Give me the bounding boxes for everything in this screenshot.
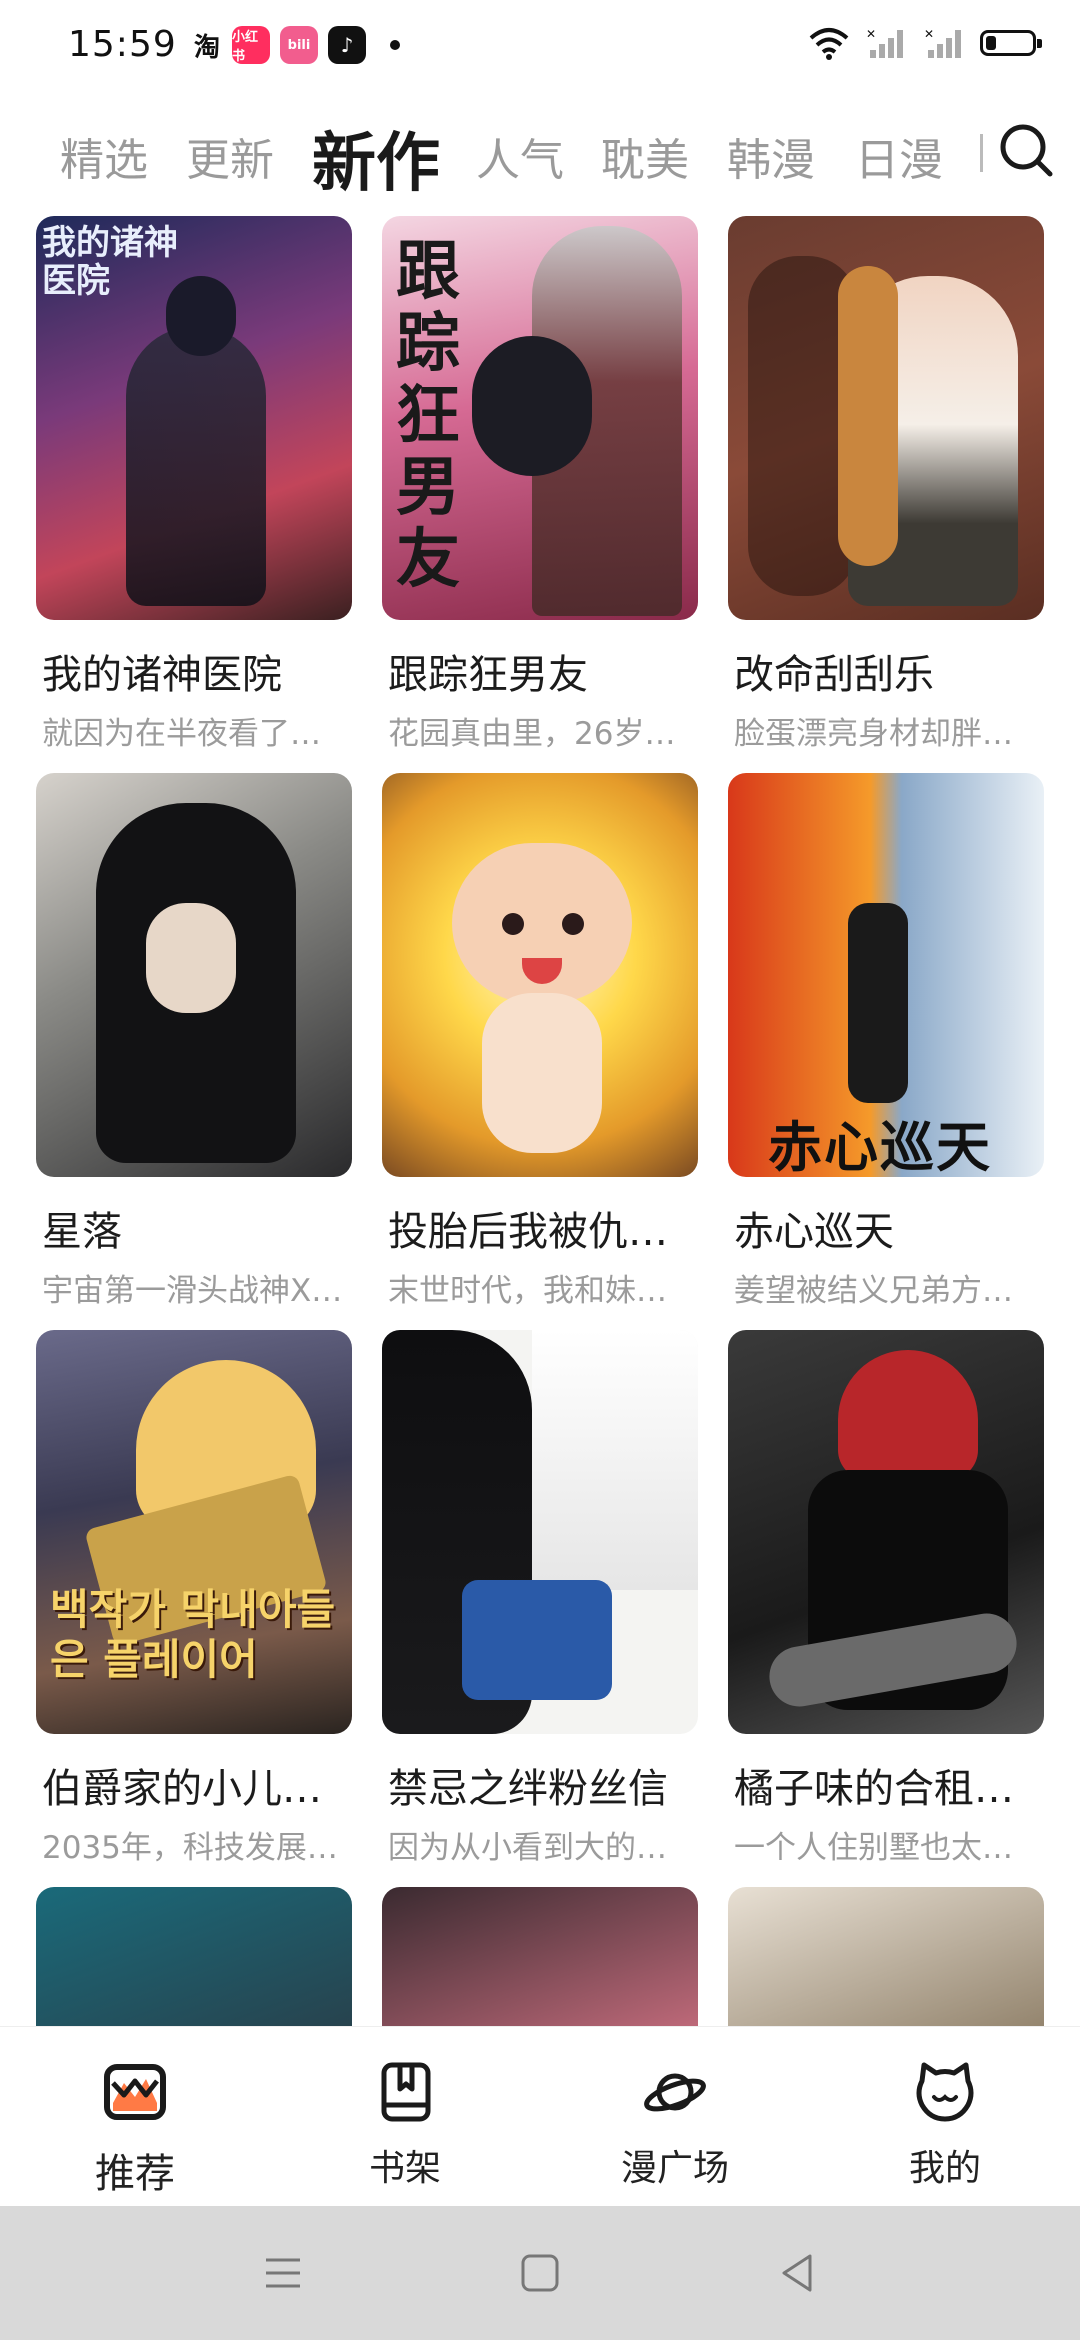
- bookshelf-icon: [381, 2062, 431, 2122]
- comic-title: 禁忌之绊粉丝信: [388, 1766, 668, 1812]
- comic-card[interactable]: [728, 1887, 1044, 2026]
- search-icon[interactable]: [994, 118, 1058, 182]
- nav-label: 推荐: [95, 2151, 175, 2197]
- comic-card[interactable]: 橘子味的合租… 一个人住别墅也太…: [728, 1330, 1044, 1867]
- status-indicators: ✕ ✕: [808, 26, 1042, 60]
- comic-cover[interactable]: 跟踪狂男友: [382, 216, 698, 620]
- category-tabs: 精选 更新 新作 人气 耽美 韩漫 日漫: [0, 108, 1080, 201]
- tiktok-icon: ♪: [328, 26, 366, 64]
- comic-title: 伯爵家的小儿…: [42, 1766, 322, 1812]
- comic-title: 跟踪狂男友: [388, 652, 588, 698]
- comic-cover[interactable]: 赤心巡天: [728, 773, 1044, 1177]
- comic-cover[interactable]: [728, 216, 1044, 620]
- svg-text:✕: ✕: [866, 27, 876, 41]
- bottom-navigation: 推荐 书架 漫广场 我的: [0, 2026, 1080, 2207]
- comic-title: 橘子味的合租…: [734, 1766, 1014, 1812]
- nav-me[interactable]: 我的: [810, 2027, 1080, 2207]
- comic-cover[interactable]: [728, 1887, 1044, 2026]
- comic-description: 就因为在半夜看了…: [42, 716, 321, 752]
- tab-divider: [980, 134, 983, 172]
- tab-featured[interactable]: 精选: [60, 124, 148, 188]
- comic-description: 宇宙第一滑头战神X…: [42, 1273, 343, 1309]
- notification-dot-icon: [390, 40, 400, 50]
- cover-title-art: 跟踪狂男友: [396, 235, 460, 597]
- cover-title-art: 我的诸神医院: [42, 223, 178, 301]
- comic-card[interactable]: 我的诸神医院 我的诸神医院 就因为在半夜看了…: [36, 216, 352, 753]
- nav-recommend[interactable]: 推荐: [0, 2027, 270, 2207]
- comic-cover[interactable]: [728, 1330, 1044, 1734]
- status-time: 15:59: [68, 24, 177, 65]
- tab-new-works[interactable]: 新作: [312, 112, 440, 204]
- recommend-icon: [104, 2064, 166, 2120]
- comic-cover[interactable]: [382, 773, 698, 1177]
- comic-title: 星落: [42, 1209, 122, 1255]
- comic-card[interactable]: 跟踪狂男友 跟踪狂男友 花园真由里，26岁…: [382, 216, 698, 753]
- comic-description: 姜望被结义兄弟方…: [734, 1273, 1013, 1309]
- bilibili-icon: bili: [280, 26, 318, 64]
- comic-title: 改命刮刮乐: [734, 652, 934, 698]
- comic-card[interactable]: 赤心巡天 赤心巡天 姜望被结义兄弟方…: [728, 773, 1044, 1310]
- comic-card[interactable]: 星落 宇宙第一滑头战神X…: [36, 773, 352, 1310]
- comic-description: 2035年，科技发展…: [42, 1830, 338, 1866]
- menu-icon[interactable]: [260, 2250, 306, 2296]
- comic-title: 我的诸神医院: [42, 652, 282, 698]
- nav-label: 我的: [908, 2148, 981, 2189]
- comic-card[interactable]: 改命刮刮乐 脸蛋漂亮身材却胖…: [728, 216, 1044, 753]
- cat-profile-icon: [916, 2062, 974, 2122]
- nav-label: 漫广场: [620, 2148, 729, 2189]
- nav-label: 书架: [368, 2148, 441, 2189]
- nav-manga-plaza[interactable]: 漫广场: [540, 2027, 810, 2207]
- back-icon[interactable]: [774, 2250, 820, 2296]
- planet-icon: [644, 2073, 706, 2112]
- comic-card[interactable]: 投胎后我被仇… 末世时代，我和妹…: [382, 773, 698, 1310]
- comic-description: 脸蛋漂亮身材却胖…: [734, 716, 1013, 752]
- comic-title: 赤心巡天: [734, 1209, 894, 1255]
- comic-cover[interactable]: [382, 1887, 698, 2026]
- comic-cover[interactable]: 我的诸神医院: [36, 216, 352, 620]
- comic-title: 投胎后我被仇…: [388, 1209, 668, 1255]
- tab-japanese[interactable]: 日漫: [855, 124, 943, 188]
- comic-card[interactable]: [36, 1887, 352, 2026]
- cover-title-art: 赤心巡天: [768, 1116, 992, 1177]
- signal-1-icon: ✕: [866, 27, 903, 58]
- comic-description: 一个人住别墅也太…: [734, 1830, 1013, 1866]
- tab-korean[interactable]: 韩漫: [727, 124, 815, 188]
- wifi-icon: [809, 28, 849, 60]
- comic-card[interactable]: 禁忌之绊粉丝信 因为从小看到大的…: [382, 1330, 698, 1867]
- taobao-icon: 淘: [193, 32, 220, 63]
- home-icon[interactable]: [517, 2250, 563, 2296]
- tab-popular[interactable]: 人气: [476, 124, 564, 188]
- notification-app-icons: 淘 小红书 bili ♪: [192, 26, 400, 64]
- comic-cover[interactable]: [36, 773, 352, 1177]
- status-bar: 15:59 淘 小红书 bili ♪ ✕ ✕: [0, 0, 1080, 96]
- comic-description: 末世时代，我和妹…: [388, 1273, 667, 1309]
- cover-title-art: 백작가 막내아들은 플레이어: [50, 1585, 336, 1684]
- comic-cover[interactable]: 백작가 막내아들은 플레이어: [36, 1330, 352, 1734]
- comic-description: 因为从小看到大的…: [388, 1830, 667, 1866]
- nav-bookshelf[interactable]: 书架: [270, 2027, 540, 2207]
- battery-icon: [980, 30, 1042, 56]
- comic-description: 花园真由里，26岁…: [388, 716, 676, 752]
- comic-cover[interactable]: [382, 1330, 698, 1734]
- tab-bl[interactable]: 耽美: [601, 124, 689, 188]
- system-navigation-bar: [0, 2206, 1080, 2340]
- comic-card[interactable]: 백작가 막내아들은 플레이어 伯爵家的小儿… 2035年，科技发展…: [36, 1330, 352, 1867]
- tab-updates[interactable]: 更新: [186, 124, 274, 188]
- svg-text:✕: ✕: [924, 27, 934, 41]
- comic-grid: 我的诸神医院 我的诸神医院 就因为在半夜看了… 跟踪狂男友 跟踪狂男友 花园真由…: [36, 216, 1044, 2026]
- signal-2-icon: ✕: [924, 27, 961, 58]
- comic-cover[interactable]: [36, 1887, 352, 2026]
- comic-card[interactable]: [382, 1887, 698, 2026]
- xiaohongshu-icon: 小红书: [232, 26, 270, 64]
